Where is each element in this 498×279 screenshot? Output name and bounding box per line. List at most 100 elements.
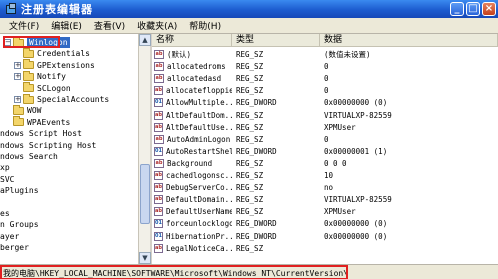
value-name-cell: ab Background	[152, 158, 232, 168]
value-data-cell: 0	[324, 86, 329, 96]
string-value-icon: ab	[154, 243, 163, 253]
tree-item[interactable]: aPlugins	[0, 185, 39, 196]
tree-item[interactable]: berger	[0, 242, 29, 253]
column-data-header[interactable]: 数据	[320, 34, 498, 46]
value-row[interactable]: ab (默认) REG_SZ (数值未设置)	[152, 49, 498, 60]
column-type-header[interactable]: 类型	[232, 34, 320, 46]
value-row[interactable]: ab allocatedasd REG_SZ 0	[152, 73, 498, 84]
value-name-cell: 01 forceunlocklogon	[152, 219, 232, 229]
value-row[interactable]: 01 AutoRestartShell REG_DWORD 0x00000001 (1…	[152, 146, 498, 157]
value-row[interactable]: ab DefaultDomain... REG_SZ VIRTUALXP-82559	[152, 194, 498, 205]
value-name: AutoAdminLogon	[167, 134, 231, 144]
column-name-header[interactable]: 名称	[152, 34, 232, 46]
value-name-cell: ab allocatefloppies	[152, 86, 232, 96]
menu-help[interactable]: 帮助(H)	[183, 19, 227, 32]
menu-favorites[interactable]: 收藏夹(A)	[131, 19, 183, 32]
tree-item[interactable]: + GPExtensions	[14, 59, 95, 71]
tree-item-label: aPlugins	[0, 186, 39, 196]
value-row[interactable]: ab allocatedroms REG_SZ 0	[152, 61, 498, 72]
value-name-cell: ab allocatedroms	[152, 62, 232, 72]
value-row[interactable]: ab AltDefaultDom... REG_SZ VIRTUALXP-82559	[152, 110, 498, 121]
value-name-cell: 01 AllowMultiple...	[152, 98, 232, 108]
value-row[interactable]: ab AutoAdminLogon REG_SZ 0	[152, 134, 498, 145]
value-name-cell: ab AltDefaultDom...	[152, 110, 232, 120]
value-name-cell: ab cachedlogonsc...	[152, 171, 232, 180]
tree-item[interactable]: Credentials	[14, 47, 90, 59]
value-name: AutoRestartShell	[165, 146, 232, 156]
tree-item-label: n Groups	[0, 220, 39, 230]
dword-value-icon: 01	[154, 231, 163, 241]
string-value-icon: ab	[154, 110, 163, 120]
menu-bar: 文件(F) 编辑(E) 查看(V) 收藏夹(A) 帮助(H)	[0, 18, 498, 34]
tree-item[interactable]: xp	[0, 162, 10, 173]
value-name: AltDefaultDom...	[165, 110, 232, 120]
tree-item[interactable]: ndows Script Host	[0, 128, 82, 139]
tree-scrollbar[interactable]: ▲ ▼	[138, 34, 151, 264]
registry-tree[interactable]: − Winlogon Credentials + GPExtensions + Notify…	[0, 34, 150, 264]
tree-item[interactable]: ndows Search	[0, 151, 58, 162]
tree-expander-icon[interactable]: +	[14, 96, 21, 103]
value-row[interactable]: ab cachedlogonsc... REG_SZ 10	[152, 170, 498, 181]
value-name: LegalNoticeCa...	[165, 243, 232, 253]
tree-item-label: berger	[0, 243, 29, 253]
scroll-thumb[interactable]	[140, 164, 150, 224]
value-data-cell: VIRTUALXP-82559	[324, 195, 392, 205]
value-data-cell: 0x00000001 (1)	[324, 146, 388, 156]
tree-item[interactable]: ayer	[0, 231, 19, 242]
value-row[interactable]: 01 AllowMultiple... REG_DWORD 0x00000000 (0…	[152, 97, 498, 108]
tree-item[interactable]: SCLogon	[14, 82, 71, 94]
value-data-cell: (数值未设置)	[324, 50, 371, 59]
tree-item[interactable]: + Notify	[14, 70, 66, 82]
menu-file[interactable]: 文件(F)	[3, 19, 45, 32]
scroll-up-icon[interactable]: ▲	[139, 34, 151, 46]
value-row[interactable]: ab DefaultUserName REG_SZ XPMUser	[152, 206, 498, 217]
minimize-button[interactable]: _	[450, 2, 464, 16]
value-name-cell: 01 AutoRestartShell	[152, 146, 232, 156]
tree-item[interactable]: n Groups	[0, 219, 39, 230]
maximize-button[interactable]: □	[466, 2, 480, 16]
tree-item[interactable]: WOW	[4, 104, 41, 116]
regedit-icon	[5, 3, 17, 15]
string-value-icon: ab	[154, 207, 163, 217]
value-name-cell: ab allocatedasd	[152, 74, 232, 84]
value-row[interactable]: 01 forceunlocklogon REG_DWORD 0x00000000 (0…	[152, 218, 498, 229]
value-row[interactable]: ab allocatefloppies REG_SZ 0	[152, 85, 498, 96]
value-data-cell: 0x00000000 (0)	[324, 219, 388, 229]
value-type-cell: REG_SZ	[236, 195, 264, 205]
value-row[interactable]: ab Background REG_SZ 0 0 0	[152, 158, 498, 169]
tree-expander-icon[interactable]: +	[14, 73, 21, 81]
value-type-cell: REG_SZ	[236, 50, 264, 59]
tree-item-label: SVC	[0, 174, 15, 184]
folder-icon	[23, 82, 34, 93]
value-row[interactable]: ab LegalNoticeCa... REG_SZ	[152, 243, 498, 254]
scroll-down-icon[interactable]: ▼	[139, 252, 151, 264]
value-name: Background	[167, 158, 213, 168]
value-name: allocatedasd	[167, 74, 222, 84]
value-name: allocatefloppies	[165, 86, 232, 96]
string-value-icon: ab	[154, 134, 164, 144]
value-data-cell: XPMUser	[324, 207, 356, 217]
value-data-cell: 0	[324, 74, 329, 84]
close-button[interactable]: ×	[482, 2, 496, 16]
menu-view[interactable]: 查看(V)	[88, 19, 131, 32]
value-row[interactable]: 01 HibernationPr... REG_DWORD 0x00000000 (0…	[152, 231, 498, 242]
tree-item-label: Notify	[37, 72, 66, 82]
tree-item[interactable]: es	[0, 208, 10, 219]
value-row[interactable]: ab AltDefaultUse... REG_SZ XPMUser	[152, 122, 498, 133]
value-name: DefaultDomain...	[165, 195, 232, 205]
window-title: 注册表编辑器	[21, 3, 93, 16]
tree-expander-icon[interactable]: +	[14, 61, 21, 69]
value-name: AllowMultiple...	[165, 98, 232, 108]
menu-edit[interactable]: 编辑(E)	[45, 19, 88, 32]
value-type-cell: REG_SZ	[236, 171, 264, 180]
value-row[interactable]: ab DebugServerCo... REG_SZ no	[152, 182, 498, 193]
string-value-icon: ab	[154, 183, 163, 193]
tree-item[interactable]: SVC	[0, 174, 14, 185]
tree-item[interactable]: ndows Scripting Host	[0, 140, 96, 151]
tree-item[interactable]: WPAEvents	[4, 116, 71, 128]
string-value-icon: ab	[154, 171, 163, 180]
tree-item-label: WPAEvents	[27, 117, 71, 127]
tree-item[interactable]: + SpecialAccounts	[14, 93, 109, 105]
list-header: 名称 类型 数据	[152, 34, 498, 47]
value-type-cell: REG_DWORD	[236, 231, 277, 241]
